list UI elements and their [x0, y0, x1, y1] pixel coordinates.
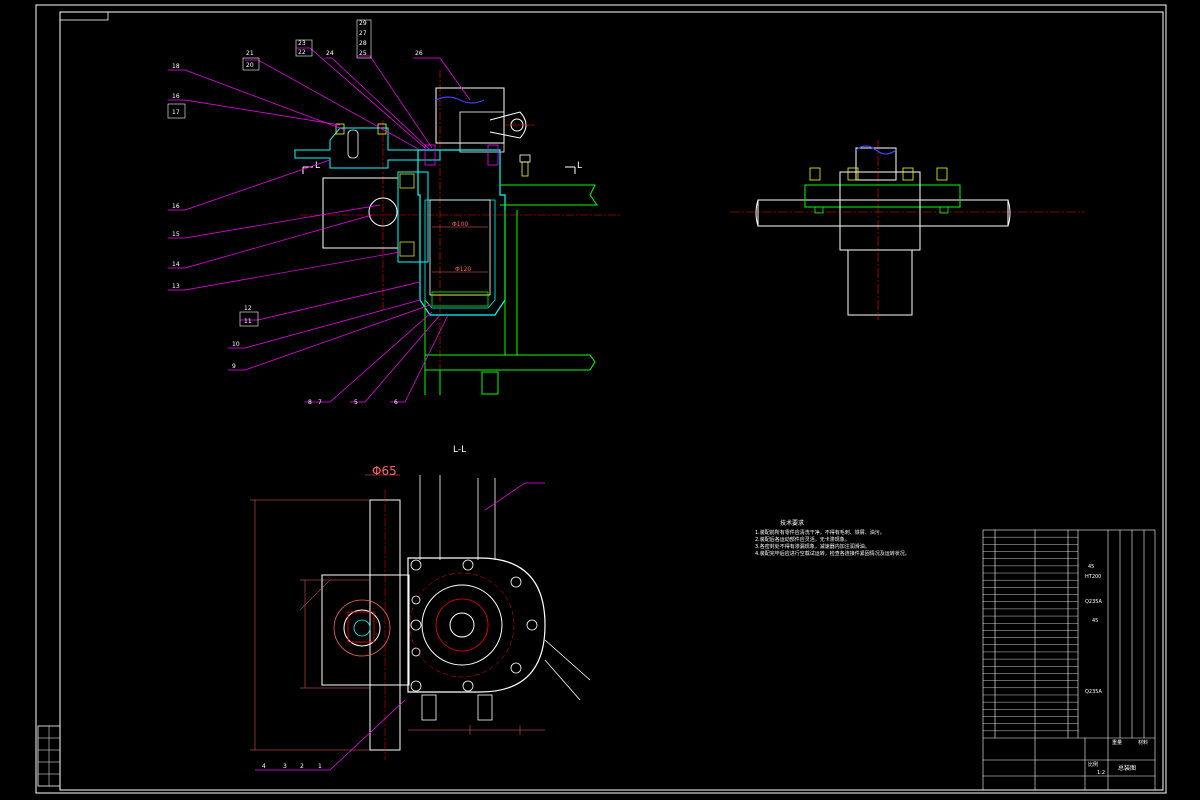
inner-diameter-dim-lower: Φ120 [455, 266, 471, 273]
scale-value: 1:2 [1097, 770, 1105, 776]
bom-table [982, 529, 1156, 791]
corner-box [59, 11, 109, 21]
section-view-label: L-L [453, 445, 466, 455]
svg-text:15: 15 [172, 231, 180, 238]
header-material: 材料 [1138, 739, 1148, 746]
header-scale: 比例 [1088, 761, 1098, 768]
header-weight: 重量 [1112, 739, 1122, 746]
svg-text:5: 5 [354, 399, 358, 406]
bom-note-3: Q235A [1085, 599, 1102, 605]
section-view-LL [250, 474, 591, 771]
tech-requirement-line-4: 4.装配完毕后应进行空载试运转，检查各连接件紧固情况及运转状况。 [755, 550, 910, 557]
svg-text:4: 4 [262, 763, 266, 770]
svg-text:25: 25 [359, 50, 367, 57]
bottom-callout-labels: 4 3 2 1 [262, 763, 322, 770]
svg-text:24: 24 [326, 50, 334, 57]
svg-text:2: 2 [300, 763, 304, 770]
bom-note-1: 45 [1088, 564, 1094, 570]
svg-text:14: 14 [172, 261, 180, 268]
bom-rows [983, 536, 1078, 732]
drawing-title: 总装图 [1118, 764, 1136, 772]
svg-text:27: 27 [359, 30, 367, 37]
bom-note-4: 45 [1092, 618, 1098, 624]
revision-strip [37, 725, 61, 787]
svg-text:13: 13 [172, 283, 180, 290]
section-marker-left: L [315, 161, 320, 171]
svg-text:18: 18 [172, 63, 180, 70]
svg-text:20: 20 [246, 62, 254, 69]
side-view [730, 140, 1085, 320]
tech-requirement-line-3: 3.各密封处不得有渗漏现象，减速器内加注润滑油。 [755, 543, 870, 550]
svg-text:6: 6 [394, 399, 398, 406]
svg-text:17: 17 [172, 109, 180, 116]
tech-requirement-line-2: 2.装配后各运动部件应灵活，无卡滞现象。 [755, 536, 850, 543]
bom-note-5: Q235A [1085, 689, 1102, 695]
svg-text:7: 7 [318, 399, 322, 406]
tech-requirement-line-1: 1.装配前所有零件应清洗干净，不得有毛刺、铁屑、油污。 [755, 529, 885, 536]
svg-text:1: 1 [318, 763, 322, 770]
svg-text:29: 29 [359, 20, 367, 27]
outer-frame [35, 4, 1167, 794]
svg-text:28: 28 [359, 40, 367, 47]
svg-text:26: 26 [415, 50, 423, 57]
svg-text:22: 22 [298, 49, 306, 56]
svg-text:9: 9 [232, 363, 236, 370]
inner-diameter-dim-upper: Φ100 [452, 221, 468, 228]
svg-text:16: 16 [172, 93, 180, 100]
svg-text:16: 16 [172, 203, 180, 210]
svg-text:3: 3 [283, 763, 287, 770]
callout-labels: 18 16 17 16 15 14 13 12 11 10 9 8 7 5 6 … [172, 20, 423, 406]
svg-text:12: 12 [244, 305, 252, 312]
section-marker-right: L [577, 161, 582, 171]
svg-text:23: 23 [298, 40, 306, 47]
cad-drawing-canvas: L L Φ100 Φ120 18 16 17 16 15 14 13 12 11… [35, 4, 1167, 794]
svg-text:21: 21 [246, 50, 254, 57]
bom-note-2: HT200 [1085, 574, 1101, 580]
svg-text:10: 10 [232, 341, 240, 348]
svg-text:11: 11 [244, 318, 252, 325]
shaft-diameter-dim: Φ65 [372, 464, 397, 478]
main-section-view [294, 70, 620, 395]
tech-requirements-title: 技术要求 [780, 519, 804, 527]
svg-text:8: 8 [308, 399, 312, 406]
